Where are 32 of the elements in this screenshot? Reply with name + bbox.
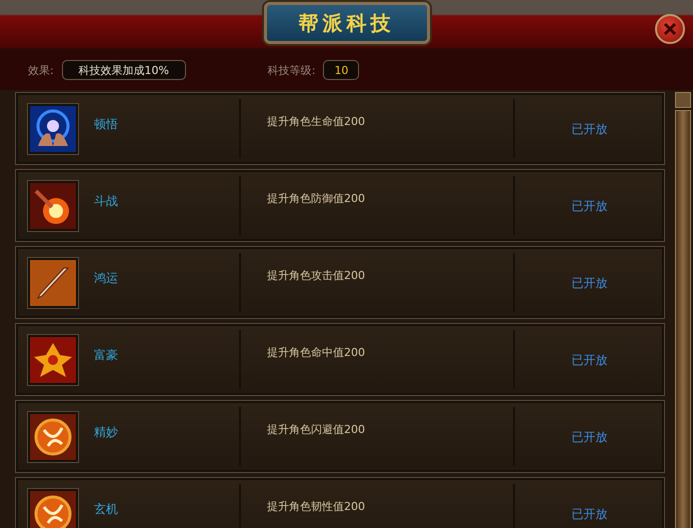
scroll-up-button[interactable] xyxy=(675,92,691,108)
level-value: 10 xyxy=(323,60,360,80)
glowing-orb-icon xyxy=(30,106,76,152)
effect-label: 效果: xyxy=(28,62,54,78)
tech-status: 已开放 xyxy=(572,429,608,446)
tech-name: 鸿运 xyxy=(94,270,118,287)
tech-name: 玄机 xyxy=(94,501,118,518)
tech-description: 提升角色闪避值200 xyxy=(267,422,365,437)
swirl-emblem-icon xyxy=(30,414,76,460)
explosion-icon xyxy=(30,182,76,228)
tech-description: 提升角色攻击值200 xyxy=(267,268,365,283)
tech-status: 已开放 xyxy=(572,506,608,523)
tech-name: 斗战 xyxy=(94,193,118,210)
tech-description: 提升角色命中值200 xyxy=(267,345,365,360)
tech-description: 提升角色防御值200 xyxy=(267,191,365,206)
close-button[interactable] xyxy=(655,14,685,44)
close-icon xyxy=(663,22,677,36)
tech-status: 已开放 xyxy=(572,352,608,369)
effect-value: 科技效果加成10% xyxy=(62,60,186,80)
tech-description: 提升角色生命值200 xyxy=(267,114,365,129)
tech-status: 已开放 xyxy=(572,121,608,138)
tech-name: 富豪 xyxy=(94,347,118,364)
swirl-emblem-icon xyxy=(30,490,76,528)
tech-description: 提升角色韧性值200 xyxy=(267,499,365,514)
level-label: 科技等级: xyxy=(268,62,316,78)
window-title: 帮派科技 xyxy=(264,2,430,44)
tech-name: 顿悟 xyxy=(94,116,118,133)
tech-name: 精妙 xyxy=(94,424,118,441)
tech-status: 已开放 xyxy=(572,275,608,292)
tech-status: 已开放 xyxy=(572,198,608,215)
emblem-icon xyxy=(30,336,76,382)
blade-icon xyxy=(30,260,76,306)
